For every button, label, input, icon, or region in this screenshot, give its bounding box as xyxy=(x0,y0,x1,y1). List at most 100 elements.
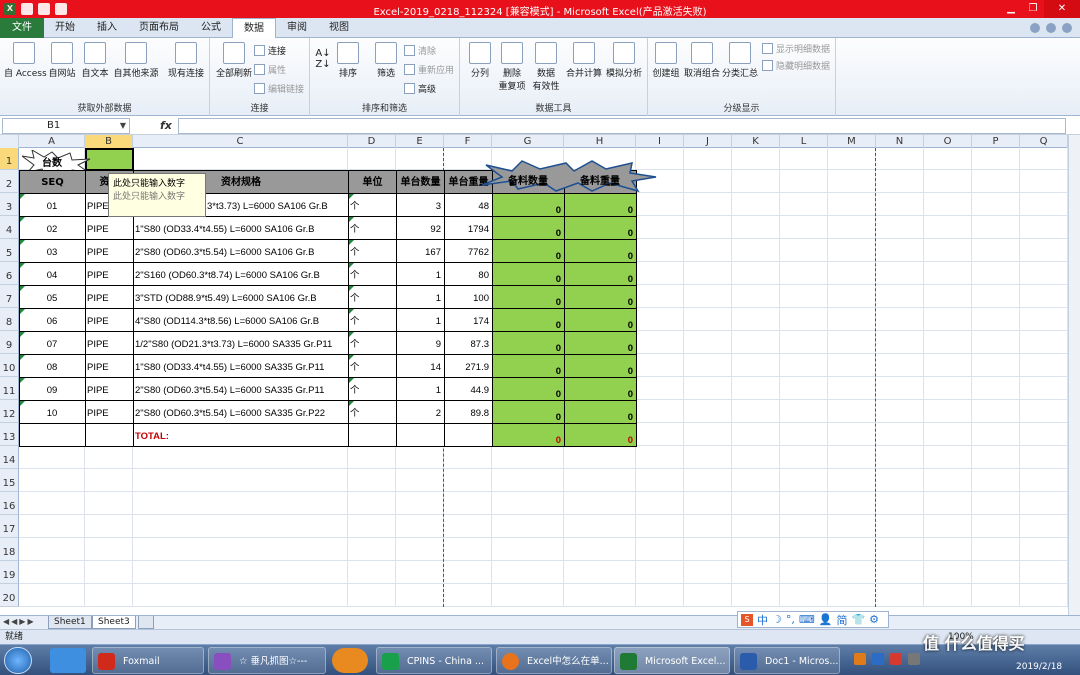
column-header-l[interactable]: L xyxy=(780,135,828,148)
column-header-b[interactable]: B xyxy=(85,135,133,148)
column-header-o[interactable]: O xyxy=(924,135,972,148)
settings-icon[interactable]: ⚙ xyxy=(869,613,879,626)
help-tray-icon[interactable] xyxy=(872,653,884,665)
row-header-1[interactable]: 1 xyxy=(0,148,19,170)
tab-insert[interactable]: 插入 xyxy=(86,18,128,38)
row-header-16[interactable]: 16 xyxy=(0,492,19,515)
row-header-14[interactable]: 14 xyxy=(0,446,19,469)
from-web-button[interactable]: 自网站 xyxy=(46,42,78,79)
insert-sheet-icon[interactable] xyxy=(138,616,154,629)
column-header-d[interactable]: D xyxy=(348,135,396,148)
row-header-17[interactable]: 17 xyxy=(0,515,19,538)
hide-detail-button[interactable]: 隐藏明细数据 xyxy=(762,59,830,72)
total-row-cell[interactable] xyxy=(396,423,445,447)
moon-icon[interactable]: ☽ xyxy=(772,613,782,626)
tab-review[interactable]: 审阅 xyxy=(276,18,318,38)
total-row-cell[interactable] xyxy=(444,423,493,447)
sort-button[interactable]: 排序 xyxy=(334,42,362,79)
filter-button[interactable]: 筛选 xyxy=(372,42,400,79)
column-header-e[interactable]: E xyxy=(396,135,444,148)
column-header-j[interactable]: J xyxy=(684,135,732,148)
chevron-down-icon[interactable]: ▼ xyxy=(120,119,126,133)
subtotal-button[interactable]: 分类汇总 xyxy=(722,42,758,79)
total-row-cell[interactable] xyxy=(19,423,86,447)
row-header-18[interactable]: 18 xyxy=(0,538,19,561)
minimize-icon[interactable]: ▁ xyxy=(1000,0,1022,18)
column-header-q[interactable]: Q xyxy=(1020,135,1068,148)
row-header-20[interactable]: 20 xyxy=(0,584,19,607)
vertical-scrollbar[interactable] xyxy=(1068,135,1080,615)
row-header-5[interactable]: 5 xyxy=(0,239,19,262)
row-header-8[interactable]: 8 xyxy=(0,308,19,331)
column-header-i[interactable]: I xyxy=(636,135,684,148)
punctuation-icon[interactable]: °, xyxy=(786,613,795,626)
text-to-columns-button[interactable]: 分列 xyxy=(464,42,496,79)
edit-links-button[interactable]: 编辑链接 xyxy=(254,82,304,95)
sheet-tab-sheet1[interactable]: Sheet1 xyxy=(48,616,92,629)
existing-connections-button[interactable]: 现有连接 xyxy=(166,42,206,79)
help-icon[interactable] xyxy=(1030,22,1040,33)
row-header-6[interactable]: 6 xyxy=(0,262,19,285)
column-header-a[interactable]: A xyxy=(19,135,85,148)
select-all-corner[interactable] xyxy=(0,135,19,148)
sheet-tab-sheet3[interactable]: Sheet3 xyxy=(92,616,136,629)
from-other-sources-button[interactable]: 自其他来源 xyxy=(112,42,160,79)
row-header-2[interactable]: 2 xyxy=(0,170,19,193)
name-box[interactable]: B1 ▼ xyxy=(2,118,130,134)
worksheet-grid[interactable]: ABCDEFGHIJKLMNOPQ 台数SEQ资材资材规格单位单台数量单台重量备… xyxy=(0,135,1068,615)
column-header-n[interactable]: N xyxy=(876,135,924,148)
from-access-button[interactable]: 自 Access xyxy=(4,42,47,79)
tab-formulas[interactable]: 公式 xyxy=(190,18,232,38)
restore-ribbon-icon[interactable] xyxy=(1046,22,1056,33)
group-button[interactable]: 创建组 xyxy=(650,42,682,79)
total-row-cell[interactable] xyxy=(85,423,134,447)
taskbar-item-capture[interactable]: ☆ 垂凡抓图☆--- xyxy=(208,647,326,674)
row-header-12[interactable]: 12 xyxy=(0,400,19,423)
sort-az-button[interactable]: A↓ Z↓ xyxy=(314,48,332,70)
antivirus-icon[interactable] xyxy=(890,653,902,665)
column-header-g[interactable]: G xyxy=(492,135,564,148)
column-header-c[interactable]: C xyxy=(133,135,348,148)
maximize-icon[interactable]: ❐ xyxy=(1022,0,1044,18)
header-cell-unit[interactable]: 单位 xyxy=(348,170,397,194)
redo-icon[interactable] xyxy=(55,3,67,15)
row-header-10[interactable]: 10 xyxy=(0,354,19,377)
tray-app-icon[interactable] xyxy=(854,653,866,665)
tab-home[interactable]: 开始 xyxy=(44,18,86,38)
column-header-m[interactable]: M xyxy=(828,135,876,148)
column-header-p[interactable]: P xyxy=(972,135,1020,148)
row-header-7[interactable]: 7 xyxy=(0,285,19,308)
row-header-13[interactable]: 13 xyxy=(0,423,19,446)
ungroup-button[interactable]: 取消组合 xyxy=(684,42,720,79)
undo-icon[interactable] xyxy=(38,3,50,15)
cell-b1-input[interactable] xyxy=(85,148,134,171)
tab-page-layout[interactable]: 页面布局 xyxy=(128,18,190,38)
taskbar-item-browser[interactable]: Excel中怎么在单... xyxy=(496,647,612,674)
clear-button[interactable]: 清除 xyxy=(404,44,436,57)
tab-data[interactable]: 数据 xyxy=(232,18,276,39)
shirt-icon[interactable]: 👕 xyxy=(851,613,865,626)
taskbar-item-cpins[interactable]: CPINS - China ... xyxy=(376,647,492,674)
data-validation-button[interactable]: 数据 有效性 xyxy=(530,42,562,92)
row-header-15[interactable]: 15 xyxy=(0,469,19,492)
row-header-4[interactable]: 4 xyxy=(0,216,19,239)
row-header-19[interactable]: 19 xyxy=(0,561,19,584)
total-row-cell[interactable] xyxy=(348,423,397,447)
taskbar-item-foxmail[interactable]: Foxmail xyxy=(92,647,204,674)
user-icon[interactable]: 👤 xyxy=(819,613,833,626)
header-cell-qty[interactable]: 单台数量 xyxy=(396,170,445,194)
header-cell-seq[interactable]: SEQ xyxy=(19,170,86,194)
tab-view[interactable]: 视图 xyxy=(318,18,360,38)
browser-pin-icon[interactable] xyxy=(332,648,368,673)
tray-misc-icon[interactable] xyxy=(908,653,920,665)
reapply-button[interactable]: 重新应用 xyxy=(404,63,454,76)
properties-button[interactable]: 属性 xyxy=(254,63,286,76)
row-header-3[interactable]: 3 xyxy=(0,193,19,216)
row-header-9[interactable]: 9 xyxy=(0,331,19,354)
close-workbook-icon[interactable] xyxy=(1062,22,1072,33)
keyboard-icon[interactable]: ⌨ xyxy=(799,613,815,626)
consolidate-button[interactable]: 合并计算 xyxy=(564,42,604,79)
sheet-nav-arrows[interactable]: ◀◀▶▶ xyxy=(3,617,36,626)
connections-button[interactable]: 连接 xyxy=(254,44,286,57)
start-button[interactable] xyxy=(4,647,32,674)
